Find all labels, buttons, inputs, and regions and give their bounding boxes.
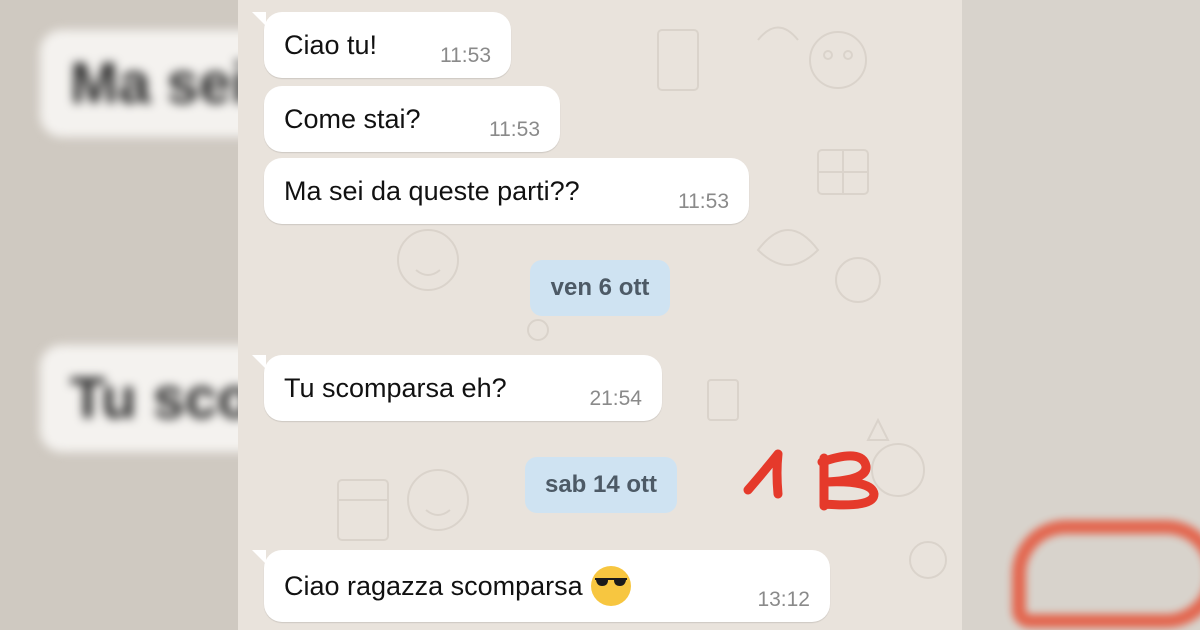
date-separator: sab 14 ott	[525, 457, 677, 513]
message-time: 21:54	[589, 387, 642, 410]
blurred-left-panel: Ma sei Tu scor	[0, 0, 238, 630]
message-bubble[interactable]: Ciao tu! 11:53	[252, 12, 511, 78]
message-time: 11:53	[489, 118, 540, 141]
date-separator: ven 6 ott	[530, 260, 670, 316]
message-bubble[interactable]: Come stai? 11:53	[264, 86, 560, 152]
message-bubble[interactable]: Tu scomparsa eh? 21:54	[252, 355, 662, 421]
message-bubble[interactable]: Ma sei da queste parti?? 11:53	[264, 158, 749, 224]
blurred-right-panel	[962, 0, 1200, 630]
message-text: Ciao ragazza scomparsa	[284, 570, 583, 601]
sunglasses-emoji-icon	[590, 566, 631, 606]
message-text: Come stai?	[284, 103, 421, 134]
message-text: Ciao tu!	[284, 29, 378, 60]
chat-window[interactable]: Ciao tu! 11:53 Come stai? 11:53 Ma sei d…	[238, 0, 962, 630]
blurred-bubble-middle: Tu scor	[40, 345, 238, 452]
message-bubble[interactable]: Ciao ragazza scomparsa 13:12	[252, 550, 830, 622]
message-time: 11:53	[678, 190, 729, 213]
message-time: 11:53	[440, 44, 491, 67]
blurred-red-mark	[1012, 520, 1200, 628]
message-text: Ma sei da queste parti??	[284, 175, 580, 206]
message-text: Tu scomparsa eh?	[284, 372, 507, 403]
handwritten-annotation	[743, 449, 879, 511]
message-time: 13:12	[757, 588, 810, 611]
blurred-bubble-top: Ma sei	[40, 30, 238, 137]
